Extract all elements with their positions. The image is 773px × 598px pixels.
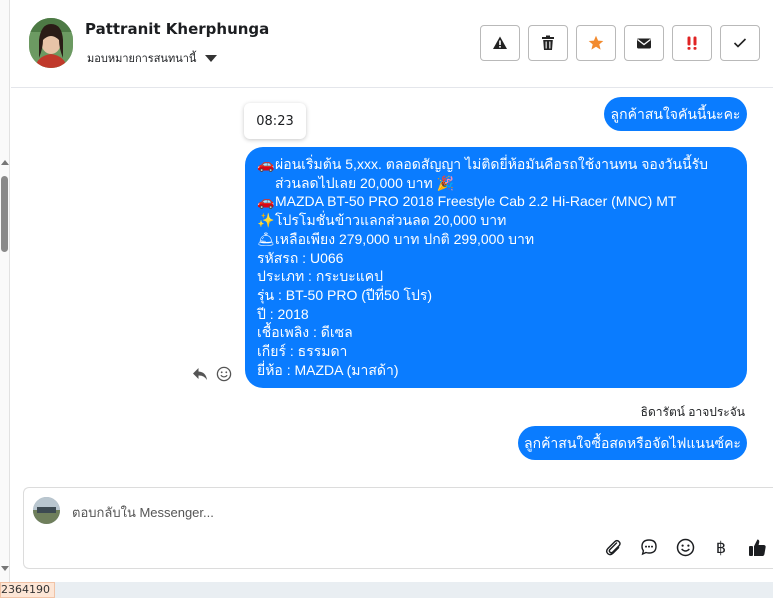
sender-name: ธิดารัตน์ อาจประจัน (640, 405, 745, 419)
like-button[interactable] (746, 536, 768, 558)
baht-icon: ฿ (715, 537, 727, 557)
check-icon (733, 38, 747, 48)
emoji-button[interactable] (674, 536, 696, 558)
mark-done-button[interactable] (720, 25, 760, 61)
mark-unread-button[interactable] (624, 25, 664, 61)
message-bubble-outgoing[interactable]: 🚗 ผ่อนเริ่มต้น 5,xxx. ตลอดสัญญา ไม่ติดยี… (245, 147, 747, 388)
conversation-header: Pattranit Kherphunga มอบหมายการสนทนานี้ (11, 0, 773, 88)
attach-button[interactable] (602, 536, 624, 558)
message-line: รหัสรถ : U066 (257, 249, 735, 268)
message-line: รุ่น : BT-50 PRO (ปีที่50 โปร) (257, 286, 735, 305)
priority-icon (687, 36, 697, 50)
id-tag: 2364190 (0, 582, 55, 598)
message-text: รุ่น : BT-50 PRO (ปีที่50 โปร) (257, 286, 433, 303)
message-text: โปรโมชั่นข้าวแลกส่วนลด 20,000 บาท (275, 212, 507, 229)
left-scrollbar[interactable] (0, 0, 10, 582)
delete-button[interactable] (528, 25, 568, 61)
star-button[interactable] (576, 25, 616, 61)
message-line: ยี่ห้อ : MAZDA (มาสด้า) (257, 361, 735, 380)
priority-button[interactable] (672, 25, 712, 61)
contact-name: Pattranit Kherphunga (85, 20, 270, 38)
message-text: ปี : 2018 (257, 305, 309, 322)
message-line: ประเภท : กระบะแคป (257, 267, 735, 286)
message-composer: ฿ (23, 487, 773, 569)
smiley-icon (676, 538, 694, 556)
message-time-tooltip: 08:23 (244, 103, 306, 139)
message-text: เกียร์ : ธรรมดา (257, 343, 348, 360)
message-line: เชื้อเพลิง : ดีเซล (257, 323, 735, 342)
saved-replies-button[interactable] (638, 536, 660, 558)
message-text: ผ่อนเริ่มต้น 5,xxx. ตลอดสัญญา ไม่ติดยี่ห… (275, 156, 709, 191)
message-text: เชื้อเพลิง : ดีเซล (257, 324, 353, 341)
scroll-down-arrow-icon[interactable] (1, 566, 9, 571)
paperclip-icon (605, 539, 621, 556)
chat-bubble-icon (641, 539, 657, 556)
star-icon (588, 35, 604, 50)
header-actions (480, 25, 760, 61)
scroll-up-arrow-icon[interactable] (1, 160, 9, 165)
scroll-thumb[interactable] (1, 176, 8, 252)
report-button[interactable] (480, 25, 520, 61)
avatar[interactable] (29, 18, 73, 68)
car-emoji-icon: 🚗 (257, 193, 275, 210)
message-text: MAZDA BT-50 PRO 2018 Freestyle Cab 2.2 H… (275, 193, 677, 210)
caret-down-icon (205, 54, 218, 62)
thumbs-up-icon (748, 539, 766, 556)
chat-page: Pattranit Kherphunga มอบหมายการสนทนานี้ (0, 0, 773, 598)
message-bubble-outgoing[interactable]: ลูกค้าสนใจคันนี้นะคะ (604, 97, 747, 131)
message-line: 🚗 MAZDA BT-50 PRO 2018 Freestyle Cab 2.2… (257, 192, 735, 211)
message-text: เหลือเพียง 279,000 บาท ปกติ 299,000 บาท (275, 230, 535, 247)
sparkles-emoji-icon: ✨ (257, 212, 275, 229)
page-avatar (33, 497, 60, 524)
message-text: ประเภท : กระบะแคป (257, 268, 384, 285)
message-line: 🛎 เหลือเพียง 279,000 บาท ปกติ 299,000 บา… (257, 230, 735, 249)
composer-tools: ฿ (602, 536, 768, 558)
assign-label: มอบหมายการสนทนานี้ (87, 52, 197, 65)
payment-button[interactable]: ฿ (710, 536, 732, 558)
car-emoji-icon: 🚗 (257, 156, 275, 172)
warning-icon (493, 36, 507, 49)
message-line: ปี : 2018 (257, 305, 735, 324)
trash-icon (542, 35, 554, 50)
bell-emoji-icon: 🛎 (257, 230, 275, 247)
message-text: ยี่ห้อ : MAZDA (มาสด้า) (257, 361, 399, 378)
reply-input[interactable] (72, 501, 672, 523)
bottom-strip: 2364190 (0, 582, 773, 598)
message-bubble-outgoing[interactable]: ลูกค้าสนใจซื้อสดหรือจัดไฟแนนซ์คะ (518, 426, 747, 460)
message-line: 🚗 ผ่อนเริ่มต้น 5,xxx. ตลอดสัญญา ไม่ติดยี… (257, 155, 735, 192)
message-line: เกียร์ : ธรรมดา (257, 342, 735, 361)
mail-icon (637, 38, 651, 48)
react-icon[interactable] (216, 366, 232, 382)
message-line: ✨ โปรโมชั่นข้าวแลกส่วนลด 20,000 บาท (257, 211, 735, 230)
message-hover-tools (192, 366, 232, 382)
message-text: รหัสรถ : U066 (257, 249, 344, 266)
reply-icon[interactable] (192, 367, 208, 381)
assign-conversation-dropdown[interactable]: มอบหมายการสนทนานี้ (87, 49, 218, 67)
